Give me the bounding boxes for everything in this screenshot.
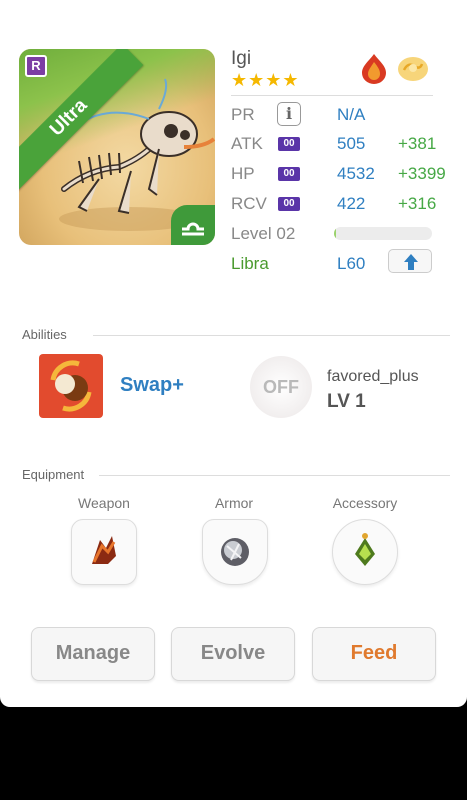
weapon-label: Weapon xyxy=(78,495,130,511)
fire-icon xyxy=(362,54,386,84)
armor-slot[interactable] xyxy=(202,519,268,585)
silver-orb-armor-icon xyxy=(221,538,249,566)
atk-value: 505 xyxy=(337,134,366,153)
equipment-divider xyxy=(99,475,450,476)
monster-portrait[interactable]: Ultra R xyxy=(19,49,215,245)
hp-label: HP xyxy=(231,164,255,183)
libra-icon xyxy=(182,222,204,236)
light-icon xyxy=(398,57,428,81)
exp-progress-bar xyxy=(334,227,432,240)
claw-weapon-icon xyxy=(92,536,116,564)
rcv-value: 422 xyxy=(337,194,366,213)
pr-value: N/A xyxy=(337,105,366,124)
favored-ability-icon[interactable]: OFF xyxy=(250,356,312,418)
manage-button[interactable]: Manage xyxy=(31,627,155,681)
hp-plus-badge: 00 xyxy=(278,167,300,181)
arrow-up-icon xyxy=(404,254,418,270)
swap-ability-name[interactable]: Swap+ xyxy=(120,374,184,397)
level-up-button[interactable] xyxy=(388,249,432,273)
swap-ability-icon[interactable] xyxy=(39,354,103,418)
accessory-slot[interactable] xyxy=(332,519,398,585)
green-gem-accessory-icon xyxy=(355,533,375,566)
swap-icon xyxy=(50,360,92,412)
rcv-bonus: +316 xyxy=(398,194,437,213)
level-label: Level 02 xyxy=(231,224,296,243)
equipment-header: Equipment xyxy=(22,467,85,482)
hp-bonus: +3399 xyxy=(398,164,446,183)
atk-plus-badge: 00 xyxy=(278,137,300,151)
pr-label: PR xyxy=(231,105,255,124)
atk-label: ATK xyxy=(231,134,263,153)
zodiac-label: Libra xyxy=(231,254,269,273)
max-level: L60 xyxy=(337,254,366,273)
armor-label: Armor xyxy=(214,495,254,511)
pr-info-button[interactable]: i xyxy=(277,102,301,126)
favored-ability-level: LV 1 xyxy=(327,391,366,412)
accessory-label: Accessory xyxy=(332,495,398,511)
header-divider xyxy=(231,95,433,96)
abilities-header: Abilities xyxy=(22,327,67,342)
rcv-label: RCV xyxy=(231,194,267,213)
monster-detail-card: Ultra R Igi ★★★★ PR i N/A ATK 00 505 +38… xyxy=(0,0,467,707)
zodiac-corner xyxy=(171,205,215,245)
exp-progress-fill xyxy=(334,227,336,240)
abilities-divider xyxy=(93,335,450,336)
monster-name: Igi xyxy=(231,48,252,69)
favored-ability-name: favored_plus xyxy=(327,368,419,385)
hp-value: 4532 xyxy=(337,164,375,183)
rarity-badge: R xyxy=(25,55,47,77)
feed-button[interactable]: Feed xyxy=(312,627,436,681)
rcv-plus-badge: 00 xyxy=(278,197,300,211)
atk-bonus: +381 xyxy=(398,134,437,153)
weapon-slot[interactable] xyxy=(71,519,137,585)
star-rating: ★★★★ xyxy=(231,70,300,90)
evolve-button[interactable]: Evolve xyxy=(171,627,295,681)
